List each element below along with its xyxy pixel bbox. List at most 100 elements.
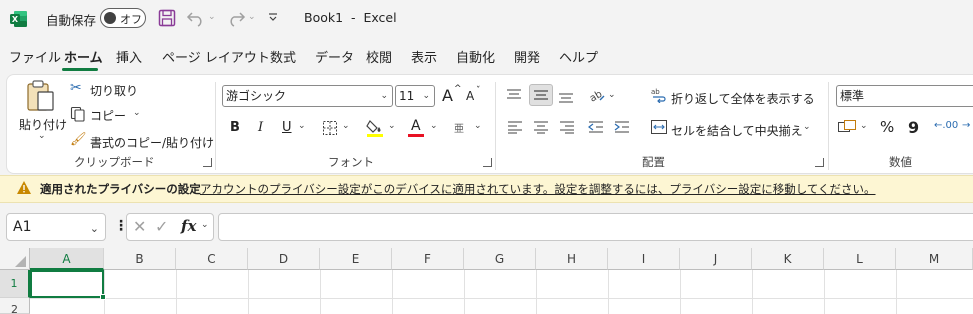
merge-center-label[interactable]: セルを結合して中央揃え xyxy=(671,122,803,139)
tab-formulas[interactable]: 数式 xyxy=(270,48,296,70)
column-header-j[interactable]: J xyxy=(680,248,752,270)
italic-button[interactable]: I xyxy=(258,120,263,135)
name-box-value: A1 xyxy=(13,219,32,235)
bold-button[interactable]: B xyxy=(230,120,240,135)
align-bottom-icon[interactable] xyxy=(558,90,574,104)
grow-font-icon[interactable]: A xyxy=(442,86,453,105)
alignment-launcher-icon[interactable] xyxy=(815,158,824,167)
chevron-down-icon: ⌄ xyxy=(201,220,209,230)
column-header-d[interactable]: D xyxy=(248,248,320,270)
formula-input[interactable] xyxy=(218,213,973,241)
font-color-dropdown-icon[interactable]: ⌄ xyxy=(430,121,438,131)
column-header-k[interactable]: K xyxy=(752,248,824,270)
row-header-2[interactable]: 2 xyxy=(0,298,30,314)
row-header-1[interactable]: 1 xyxy=(0,270,30,298)
copy-label[interactable]: コピー xyxy=(90,107,126,124)
merge-dropdown-icon[interactable]: ⌄ xyxy=(803,122,811,132)
align-right-icon[interactable] xyxy=(559,120,575,134)
tab-insert[interactable]: 挿入 xyxy=(116,48,142,70)
fill-color-dropdown-icon[interactable]: ⌄ xyxy=(388,121,396,131)
privacy-message-link[interactable]: アカウントのプライバシー設定がこのデバイスに適用されています。設定を調整するには… xyxy=(200,181,876,197)
underline-button[interactable]: U xyxy=(282,120,292,135)
clipboard-launcher-icon[interactable] xyxy=(203,158,212,167)
gridline xyxy=(680,270,681,314)
tab-review[interactable]: 校閲 xyxy=(366,48,392,70)
comma-style-button[interactable]: 9 xyxy=(908,118,919,137)
autosave-toggle[interactable]: オフ xyxy=(100,8,146,28)
column-header-c[interactable]: C xyxy=(176,248,248,270)
number-format-select[interactable]: 標準 xyxy=(836,85,973,107)
shrink-font-caret: ˇ xyxy=(476,86,481,96)
tab-automate[interactable]: 自動化 xyxy=(456,48,495,70)
name-box[interactable]: A1 ⌄ xyxy=(6,213,106,241)
decrease-decimal-icon[interactable]: → xyxy=(962,120,970,131)
confirm-entry-icon[interactable]: ✓ xyxy=(155,217,168,236)
gridline xyxy=(464,270,465,314)
column-header-e[interactable]: E xyxy=(320,248,392,270)
copy-dropdown-icon[interactable]: ⌄ xyxy=(133,108,141,118)
tab-home[interactable]: ホーム xyxy=(64,48,103,70)
border-dropdown-icon[interactable]: ⌄ xyxy=(342,121,350,131)
border-icon[interactable] xyxy=(322,120,338,136)
column-header-h[interactable]: H xyxy=(536,248,608,270)
column-header-f[interactable]: F xyxy=(392,248,464,270)
redo-dropdown-icon[interactable]: ⌄ xyxy=(248,12,256,22)
cut-label[interactable]: 切り取り xyxy=(90,82,138,99)
underline-dropdown-icon[interactable]: ⌄ xyxy=(298,121,306,131)
phonetic-dropdown-icon[interactable]: ⌄ xyxy=(474,121,482,131)
column-header-a[interactable]: A xyxy=(30,248,104,270)
tab-data[interactable]: データ xyxy=(315,48,354,70)
tab-help[interactable]: ヘルプ xyxy=(559,48,598,70)
wrap-text-icon[interactable]: ab xyxy=(651,87,667,103)
svg-text:ab: ab xyxy=(588,89,604,104)
wrap-text-label[interactable]: 折り返して全体を表示する xyxy=(671,90,815,107)
undo-dropdown-icon[interactable]: ⌄ xyxy=(208,12,216,22)
save-icon[interactable] xyxy=(158,9,176,27)
tab-file[interactable]: ファイル xyxy=(9,48,61,70)
select-all-button[interactable] xyxy=(0,248,30,270)
align-top-icon[interactable] xyxy=(506,88,522,102)
decrease-indent-icon[interactable] xyxy=(588,120,604,134)
percent-style-button[interactable]: % xyxy=(880,118,894,136)
align-center-icon[interactable] xyxy=(533,120,549,134)
column-header-i[interactable]: I xyxy=(608,248,680,270)
orientation-dropdown-icon[interactable]: ⌄ xyxy=(608,90,616,100)
cut-scissors-icon[interactable]: ✂ xyxy=(70,80,82,96)
fill-color-icon[interactable] xyxy=(366,118,384,138)
copy-icon[interactable] xyxy=(70,106,86,122)
format-painter-label[interactable]: 書式のコピー/貼り付け xyxy=(90,134,214,151)
font-name-select[interactable]: 游ゴシック ⌄ xyxy=(222,85,393,107)
font-color-icon[interactable]: A xyxy=(411,118,421,134)
increase-decimal-icon[interactable]: ←.00 xyxy=(934,120,958,131)
format-painter-icon[interactable]: 🖌 xyxy=(70,132,87,147)
column-header-m[interactable]: M xyxy=(896,248,973,270)
align-middle-button[interactable] xyxy=(529,84,553,106)
formula-buttons: ✕ ✓ fx ⌄ xyxy=(126,213,214,241)
tab-view[interactable]: 表示 xyxy=(411,48,437,70)
increase-indent-icon[interactable] xyxy=(614,120,630,134)
accounting-format-icon[interactable] xyxy=(838,120,856,134)
undo-icon[interactable] xyxy=(186,9,206,27)
number-group-label: 数値 xyxy=(889,155,912,169)
font-launcher-icon[interactable] xyxy=(483,158,492,167)
tab-developer[interactable]: 開発 xyxy=(514,48,540,70)
fill-handle[interactable] xyxy=(100,294,106,300)
column-header-l[interactable]: L xyxy=(824,248,896,270)
shrink-font-icon[interactable]: A xyxy=(466,89,474,103)
active-cell-a1[interactable] xyxy=(30,270,104,298)
paste-dropdown-icon[interactable]: ⌄ xyxy=(38,131,46,141)
column-header-g[interactable]: G xyxy=(464,248,536,270)
insert-function-icon[interactable]: fx xyxy=(181,217,196,235)
orientation-icon[interactable]: ab xyxy=(588,86,606,104)
paste-icon[interactable] xyxy=(26,80,56,112)
redo-icon[interactable] xyxy=(226,9,246,27)
align-left-icon[interactable] xyxy=(507,120,523,134)
cancel-entry-icon[interactable]: ✕ xyxy=(133,217,146,236)
phonetic-guide-icon[interactable]: 亜 xyxy=(454,120,464,135)
accounting-dropdown-icon[interactable]: ⌄ xyxy=(860,121,868,131)
merge-center-icon[interactable] xyxy=(651,120,667,134)
customize-qat-icon[interactable] xyxy=(268,12,278,22)
font-size-select[interactable]: 11 ⌄ xyxy=(395,85,435,107)
column-header-b[interactable]: B xyxy=(104,248,176,270)
tab-page-layout[interactable]: ページ レイアウト xyxy=(162,48,270,70)
